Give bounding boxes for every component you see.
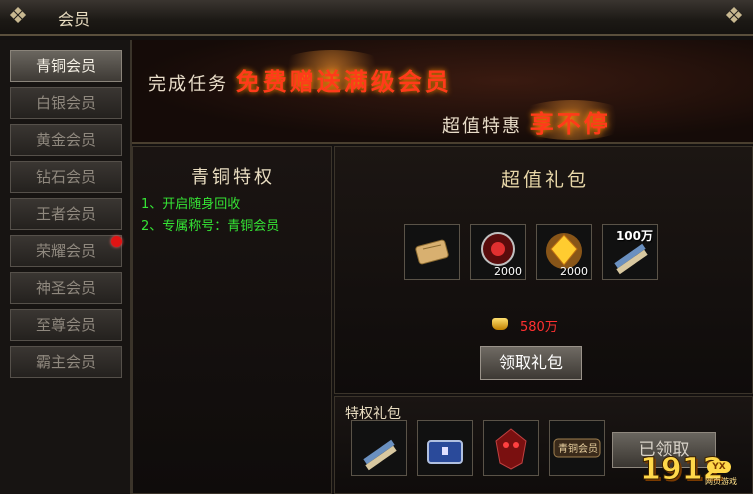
banner-line-2-prefix: 超值特惠 xyxy=(442,116,522,137)
gold-ingot-icon xyxy=(492,318,508,330)
tab-supreme[interactable]: 至尊会员 xyxy=(10,309,122,341)
gold-amount: 580万 xyxy=(520,320,558,335)
privileges-panel: 青铜特权 1、开启随身回收 2、专属称号：青铜会员 xyxy=(132,146,332,494)
gift-slot-scroll[interactable] xyxy=(404,224,460,280)
tab-bronze[interactable]: 青铜会员 xyxy=(10,50,122,82)
banner-line-2-highlight: 享不停 xyxy=(529,109,611,138)
dragon-ornament-icon: ❖ xyxy=(8,4,28,29)
member-window: ❖ 会员 ❖ 青铜会员 白银会员 黄金会员 钻石会员 王者会员 荣耀会员 神圣会… xyxy=(0,0,753,494)
tab-silver[interactable]: 白银会员 xyxy=(10,87,122,119)
tab-overlord[interactable]: 霸主会员 xyxy=(10,346,122,378)
tab-diamond[interactable]: 钻石会员 xyxy=(10,161,122,193)
gift-slot-scrolls[interactable]: 100万 xyxy=(602,224,658,280)
gift-pack-title: 超值礼包 xyxy=(500,169,589,191)
demon-mask-icon xyxy=(495,428,527,470)
tab-king[interactable]: 王者会员 xyxy=(10,198,122,230)
priv-slot-chest[interactable] xyxy=(417,420,473,476)
gift-slot-gem[interactable]: 2000 xyxy=(536,224,592,280)
banner-line-1: 完成任务 免费赠送满级会员 xyxy=(148,62,452,97)
privilege-item: 2、专属称号：青铜会员 xyxy=(141,219,280,234)
tab-glory[interactable]: 荣耀会员 xyxy=(10,235,122,267)
notification-dot xyxy=(111,236,122,247)
close-icon[interactable]: ❖ xyxy=(720,4,748,30)
gift-slot-emblem[interactable]: 2000 xyxy=(470,224,526,280)
banner-line-1-prefix: 完成任务 xyxy=(148,74,228,95)
tab-gold[interactable]: 黄金会员 xyxy=(10,124,122,156)
priv-slot-scrolls[interactable] xyxy=(351,420,407,476)
scroll-icon xyxy=(415,239,449,265)
priv-slot-title-badge[interactable]: 青铜会员 xyxy=(549,420,605,476)
item-count: 2000 xyxy=(560,265,588,278)
watermark-subtitle: 网页游戏 xyxy=(705,477,737,486)
banner-line-1-highlight: 免费赠送满级会员 xyxy=(235,67,452,96)
title-bar: ❖ 会员 ❖ xyxy=(0,0,753,36)
privileges-title: 青铜特权 xyxy=(191,167,275,188)
scroll-bundle-icon xyxy=(363,439,397,471)
privilege-item: 1、开启随身回收 xyxy=(141,197,241,212)
item-count: 2000 xyxy=(494,265,522,278)
title-badge-label: 青铜会员 xyxy=(558,444,598,455)
banner-line-2: 超值特惠 享不停 xyxy=(442,104,611,139)
promo-banner: 完成任务 免费赠送满级会员 超值特惠 享不停 xyxy=(132,40,753,144)
priv-slot-mask[interactable] xyxy=(483,420,539,476)
treasure-chest-icon xyxy=(427,440,463,464)
tier-sidebar: 青铜会员 白银会员 黄金会员 钻石会员 王者会员 荣耀会员 神圣会员 至尊会员 … xyxy=(0,40,132,494)
tab-divine[interactable]: 神圣会员 xyxy=(10,272,122,304)
watermark-badge: YX xyxy=(707,461,731,473)
window-title: 会员 xyxy=(58,10,91,29)
claim-gift-button[interactable]: 领取礼包 xyxy=(480,346,582,380)
item-count: 100万 xyxy=(615,229,653,243)
